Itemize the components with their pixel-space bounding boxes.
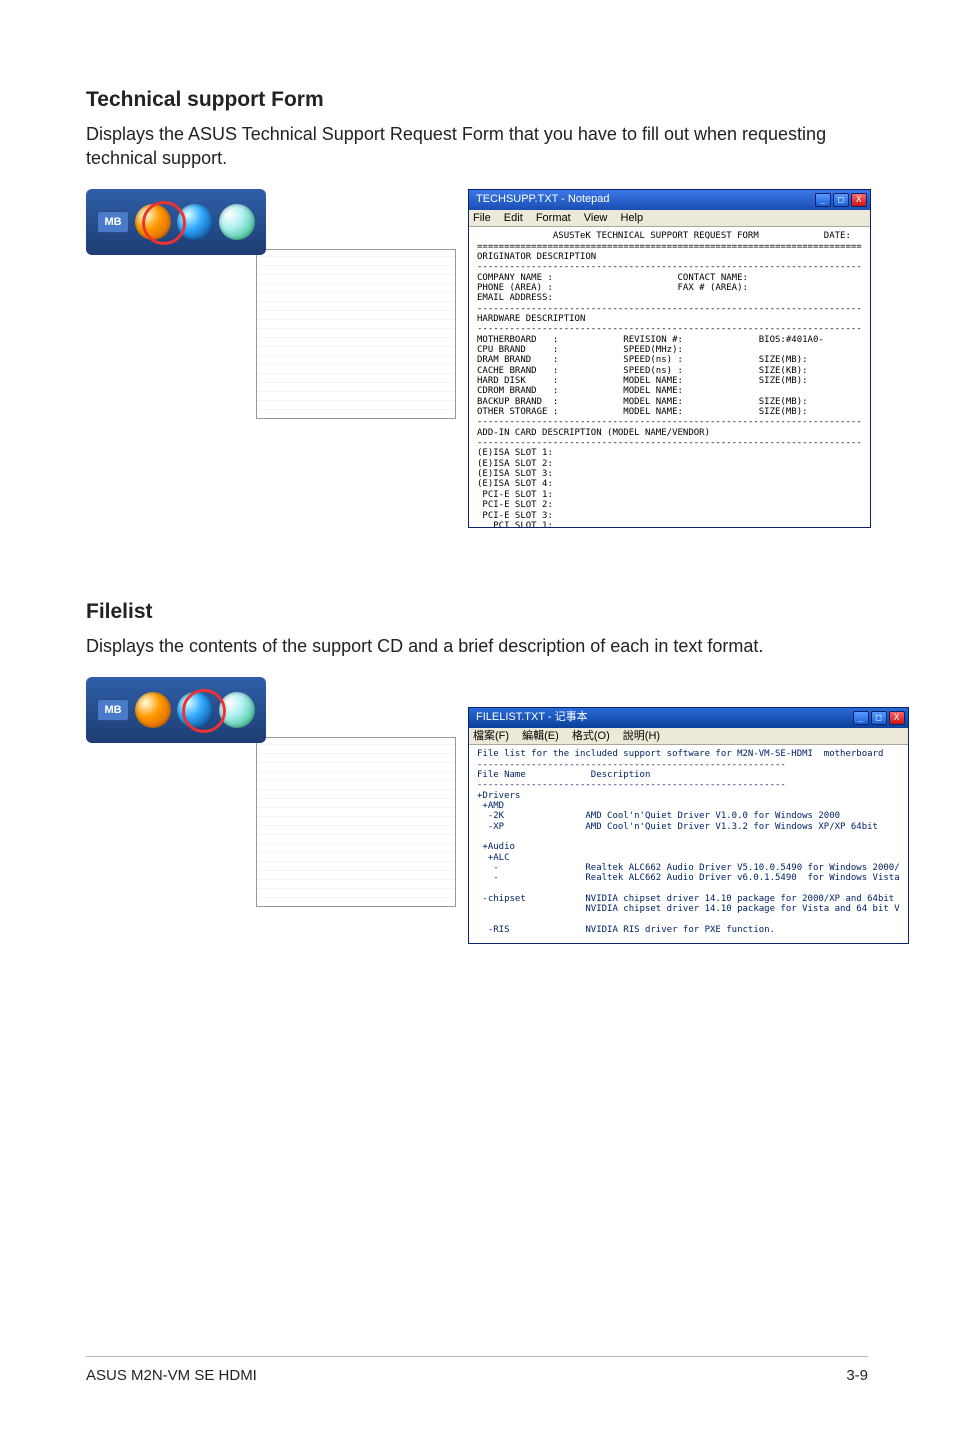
- menu-help-2[interactable]: 說明(H): [623, 730, 660, 742]
- notepad-window-techsupp: TECHSUPP.TXT - Notepad _ □ X File Edit F…: [468, 189, 871, 529]
- launcher-toolbar-2: MB: [86, 677, 266, 743]
- launcher-icon-1b[interactable]: [135, 692, 171, 728]
- section-heading-tech: Technical support Form: [86, 88, 868, 112]
- launcher-icon-3[interactable]: [219, 204, 255, 240]
- menu-view[interactable]: View: [584, 212, 608, 224]
- menubar-2[interactable]: 檔案(F) 編輯(E) 格式(O) 說明(H): [469, 728, 908, 746]
- footer-left: ASUS M2N-VM SE HDMI: [86, 1367, 257, 1384]
- screenshot-placeholder: [256, 249, 456, 419]
- section-body-filelist: Displays the contents of the support CD …: [86, 634, 868, 658]
- section-body-tech: Displays the ASUS Technical Support Requ…: [86, 122, 868, 171]
- window-minimize-button-2[interactable]: _: [853, 711, 869, 725]
- window-title-2: FILELIST.TXT - 记事本: [472, 711, 588, 724]
- window-title: TECHSUPP.TXT - Notepad: [472, 193, 609, 206]
- window-close-button-2[interactable]: X: [889, 711, 905, 725]
- screenshot-placeholder-2: [256, 737, 456, 907]
- titlebar-2[interactable]: FILELIST.TXT - 记事本 _ □ X: [469, 708, 908, 728]
- window-close-button[interactable]: X: [851, 193, 867, 207]
- footer-divider: [86, 1356, 868, 1357]
- section-heading-filelist: Filelist: [86, 600, 868, 624]
- menu-format-2[interactable]: 格式(O): [572, 730, 610, 742]
- menu-file[interactable]: File: [473, 212, 491, 224]
- menu-help[interactable]: Help: [620, 212, 643, 224]
- menu-file-2[interactable]: 檔案(F): [473, 730, 509, 742]
- notepad-window-filelist: FILELIST.TXT - 记事本 _ □ X 檔案(F) 編輯(E) 格式(…: [468, 707, 909, 945]
- menubar[interactable]: File Edit Format View Help: [469, 210, 870, 228]
- mb-badge: MB: [97, 211, 129, 233]
- launcher-icon-3b[interactable]: [219, 692, 255, 728]
- menu-format[interactable]: Format: [536, 212, 571, 224]
- notepad-content: ASUSTeK TECHNICAL SUPPORT REQUEST FORM D…: [469, 227, 870, 527]
- menu-edit[interactable]: Edit: [504, 212, 523, 224]
- window-maximize-button-2[interactable]: □: [871, 711, 887, 725]
- launcher-icon-1[interactable]: [135, 204, 171, 240]
- window-minimize-button[interactable]: _: [815, 193, 831, 207]
- window-maximize-button[interactable]: □: [833, 193, 849, 207]
- menu-edit-2[interactable]: 編輯(E): [522, 730, 559, 742]
- launcher-icon-2[interactable]: [177, 204, 213, 240]
- titlebar[interactable]: TECHSUPP.TXT - Notepad _ □ X: [469, 190, 870, 210]
- notepad-content-2: File list for the included support softw…: [469, 745, 908, 943]
- launcher-toolbar: MB: [86, 189, 266, 255]
- footer-right: 3-9: [846, 1367, 868, 1384]
- launcher-icon-2b[interactable]: [177, 692, 213, 728]
- mb-badge-2: MB: [97, 699, 129, 721]
